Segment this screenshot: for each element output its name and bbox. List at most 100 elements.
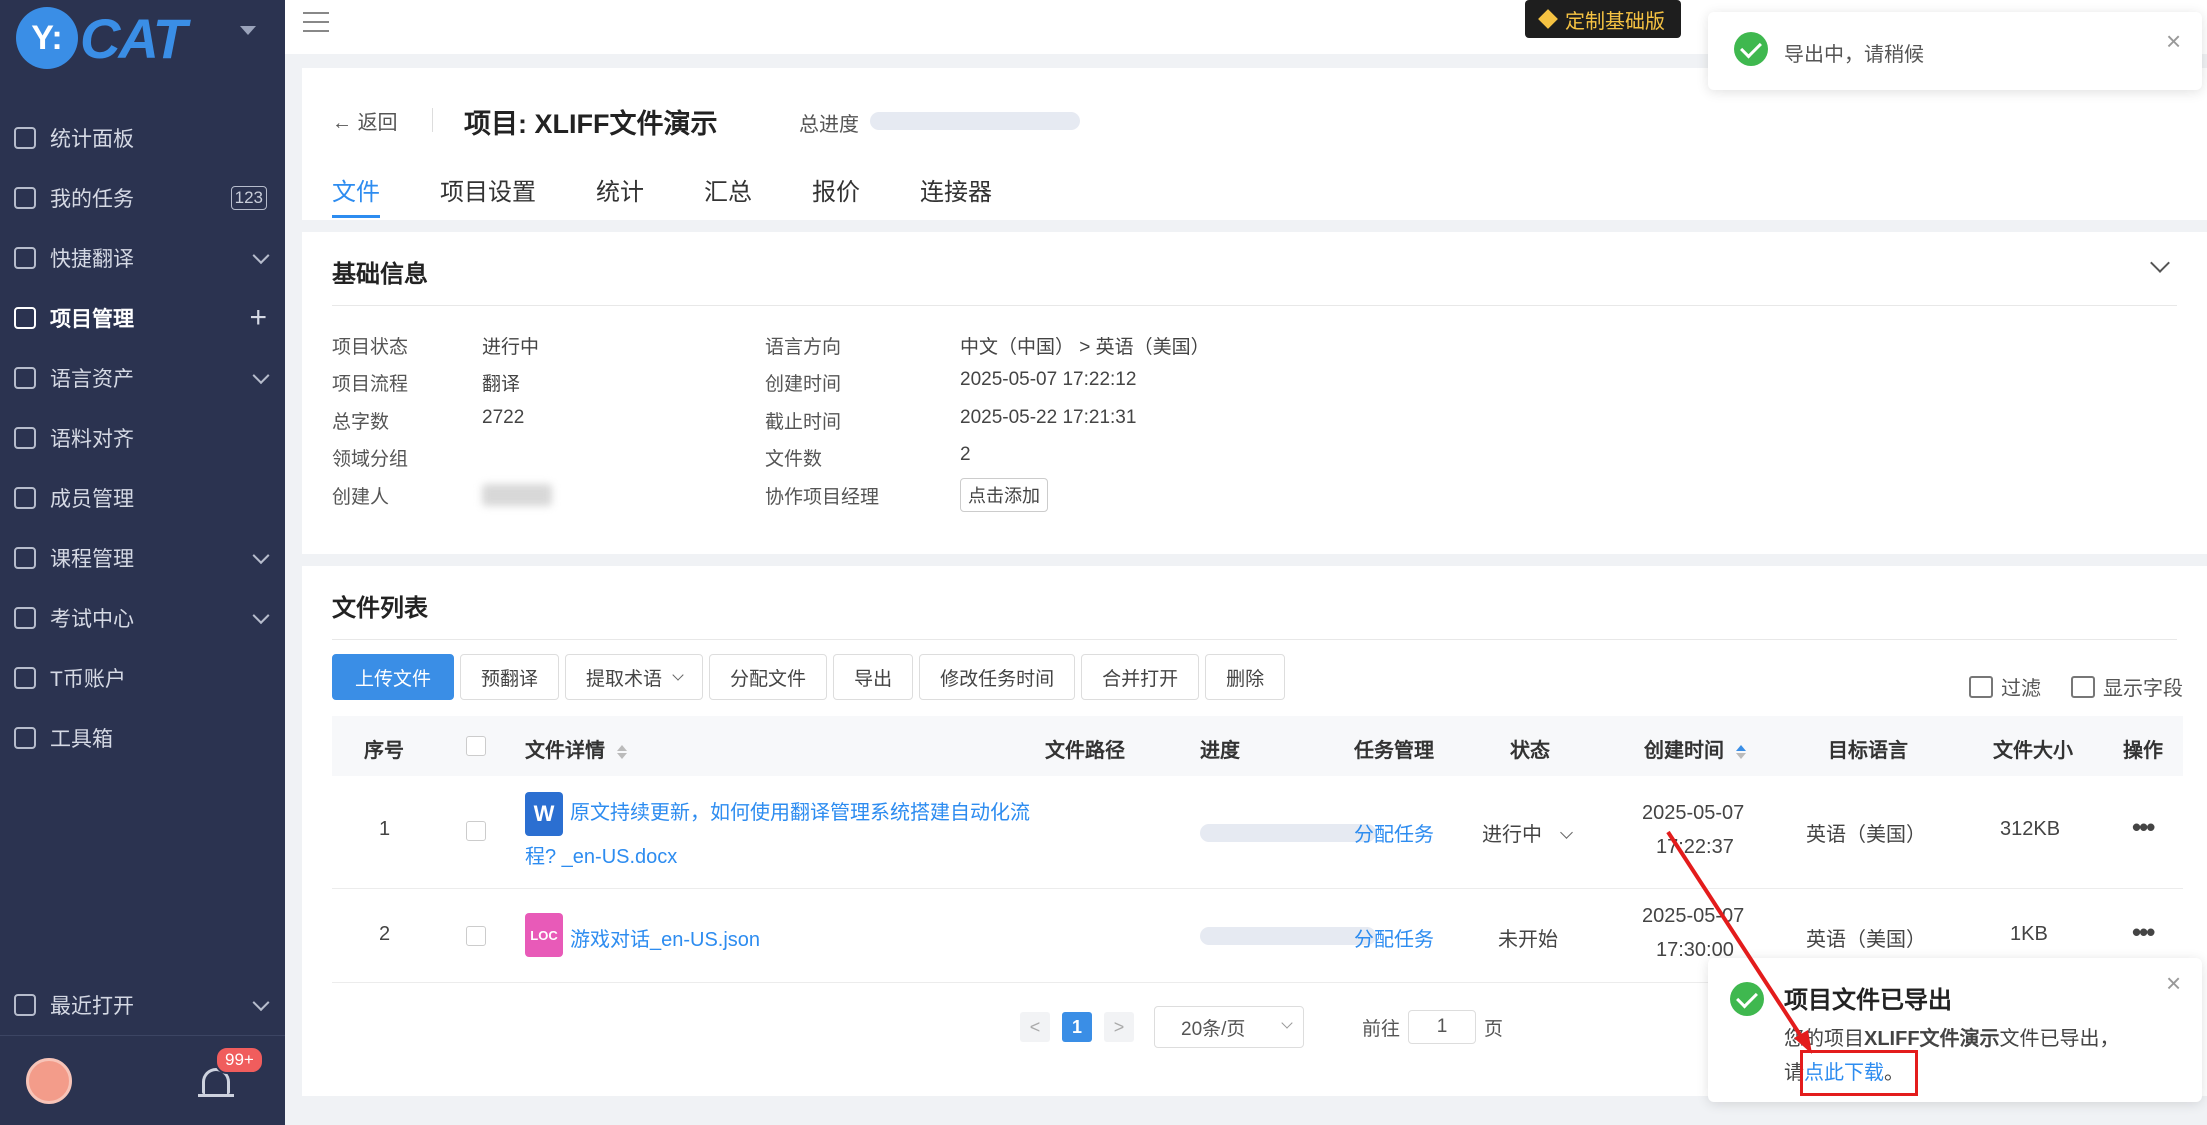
status-dropdown[interactable]: 进行中 xyxy=(1482,818,1573,847)
pretranslate-button[interactable]: 预翻译 xyxy=(460,654,560,700)
toast-text: 您的项目 xyxy=(1784,1028,1864,1050)
history-icon xyxy=(14,994,36,1016)
sidebar-item-corpus-alignment[interactable]: 语料对齐 xyxy=(0,408,285,468)
sidebar-item-label: 语料对齐 xyxy=(50,428,134,451)
close-icon[interactable]: × xyxy=(2166,26,2181,57)
col-created-time[interactable]: 创建时间 xyxy=(1644,734,1746,763)
logo-text: CAT xyxy=(80,6,187,70)
close-icon[interactable]: × xyxy=(2166,968,2181,999)
chevron-down-icon xyxy=(252,547,270,565)
page-1-button[interactable]: 1 xyxy=(1062,1012,1092,1042)
add-project-icon[interactable]: + xyxy=(249,301,267,335)
ycat-logo[interactable]: Y: CAT xyxy=(16,6,187,70)
file-size: 312KB xyxy=(2000,818,2061,840)
display-fields-button[interactable]: 显示字段 xyxy=(2071,672,2183,701)
tab-project-settings[interactable]: 项目设置 xyxy=(440,172,536,216)
sidebar-item-recent[interactable]: 最近打开 xyxy=(0,975,285,1035)
recent-section: 最近打开 xyxy=(0,975,285,1035)
exported-toast: 项目文件已导出 × 您的项目XLIFF文件演示文件已导出， 请点此下载。 xyxy=(1708,958,2202,1102)
col-file-details[interactable]: 文件详情 xyxy=(525,734,627,763)
status-label: 进行中 xyxy=(1482,824,1542,846)
add-manager-button[interactable]: 点击添加 xyxy=(960,478,1048,512)
sidebar-item-project-management[interactable]: 项目管理 + xyxy=(0,288,285,348)
tab-summary[interactable]: 汇总 xyxy=(704,172,752,216)
sidebar-item-members[interactable]: 成员管理 xyxy=(0,468,285,528)
tab-connectors[interactable]: 连接器 xyxy=(920,172,992,216)
merge-open-button[interactable]: 合并打开 xyxy=(1081,654,1200,700)
table-header: 序号 文件详情 文件路径 进度 任务管理 状态 创建时间 目标语言 文件大小 操… xyxy=(332,716,2183,776)
sidebar-item-exam-center[interactable]: 考试中心 xyxy=(0,588,285,648)
avatar[interactable] xyxy=(26,1058,72,1104)
success-icon xyxy=(1730,982,1764,1016)
back-button[interactable]: ← 返回 xyxy=(332,106,398,135)
database-icon xyxy=(14,367,36,389)
page-size-select[interactable]: 20条/页 xyxy=(1154,1006,1304,1048)
sidebar-item-label: 统计面板 xyxy=(50,128,134,151)
prev-page-button[interactable]: < xyxy=(1020,1012,1050,1042)
sidebar-item-toolbox[interactable]: 工具箱 xyxy=(0,708,285,768)
members-icon xyxy=(14,487,36,509)
sort-icon xyxy=(616,744,627,759)
dashboard-icon xyxy=(14,127,36,149)
col-file-details-label: 文件详情 xyxy=(525,740,605,762)
project-tabs: 文件 项目设置 统计 汇总 报价 连接器 xyxy=(332,172,1052,218)
chevron-down-icon xyxy=(252,367,270,385)
upload-file-button[interactable]: 上传文件 xyxy=(332,654,455,700)
created-time: 17:22:37 xyxy=(1656,836,1734,858)
row-checkbox[interactable] xyxy=(466,926,486,946)
select-all-checkbox[interactable] xyxy=(466,736,486,756)
col-actions: 操作 xyxy=(2123,740,2163,762)
col-status: 状态 xyxy=(1510,740,1550,762)
next-page-button[interactable]: > xyxy=(1104,1012,1134,1042)
table-tools: 过滤 显示字段 xyxy=(1939,672,2183,701)
created-date: 2025-05-07 xyxy=(1642,802,1745,824)
extract-terms-button[interactable]: 提取术语 xyxy=(565,654,704,700)
word-file-icon: W xyxy=(525,792,563,836)
assign-files-button[interactable]: 分配文件 xyxy=(709,654,828,700)
file-name-link[interactable]: 游戏对话_en-US.json xyxy=(570,923,760,952)
chevron-down-icon[interactable] xyxy=(2150,253,2170,273)
tab-statistics[interactable]: 统计 xyxy=(596,172,644,216)
toast-text: 文件已导出， xyxy=(1999,1028,2120,1050)
file-name-link[interactable]: 原文持续更新，如何使用翻译管理系统搭建自动化流 xyxy=(570,796,1030,825)
delete-button[interactable]: 删除 xyxy=(1205,654,1286,700)
deadline-value: 2025-05-22 17:21:31 xyxy=(960,407,1137,428)
row-checkbox[interactable] xyxy=(466,821,486,841)
sidebar-item-dashboard[interactable]: 统计面板 xyxy=(0,108,285,168)
plan-badge[interactable]: 定制基础版 xyxy=(1525,0,1681,38)
sidebar-item-language-assets[interactable]: 语言资产 xyxy=(0,348,285,408)
more-actions-icon[interactable]: ••• xyxy=(2132,812,2155,843)
success-icon xyxy=(1734,32,1768,66)
more-actions-icon[interactable]: ••• xyxy=(2132,917,2155,948)
tab-files[interactable]: 文件 xyxy=(332,172,380,218)
filter-button[interactable]: 过滤 xyxy=(1969,672,2041,701)
display-fields-label: 显示字段 xyxy=(2103,678,2183,700)
assign-task-link[interactable]: 分配任务 xyxy=(1354,818,1434,847)
total-progress-bar xyxy=(870,112,1080,130)
sidebar-item-quick-translate[interactable]: 快捷翻译 xyxy=(0,228,285,288)
modify-task-time-button[interactable]: 修改任务时间 xyxy=(919,654,1076,700)
exam-icon xyxy=(14,607,36,629)
info-label: 领域分组 xyxy=(332,449,409,470)
sidebar-item-t-coin-account[interactable]: T币账户 xyxy=(0,648,285,708)
sidebar-item-courses[interactable]: 课程管理 xyxy=(0,528,285,588)
file-name-link-cont[interactable]: 程? _en-US.docx xyxy=(525,840,677,869)
status-label: 未开始 xyxy=(1498,929,1558,951)
menu-toggle-icon[interactable] xyxy=(303,12,329,34)
goto-page-input[interactable]: 1 xyxy=(1408,1010,1477,1044)
sort-icon xyxy=(1735,744,1746,759)
tab-quote[interactable]: 报价 xyxy=(812,172,860,216)
workspace-caret-icon[interactable] xyxy=(240,26,256,35)
col-created-time-label: 创建时间 xyxy=(1644,740,1724,762)
toolbox-icon xyxy=(14,727,36,749)
extract-terms-label: 提取术语 xyxy=(586,668,663,690)
sidebar-item-label: 最近打开 xyxy=(50,995,134,1018)
target-language: 英语（美国） xyxy=(1806,824,1926,846)
sidebar-item-label: 课程管理 xyxy=(50,548,134,571)
project-header: ← 返回 项目: XLIFF文件演示 总进度 文件 项目设置 统计 汇总 报价 … xyxy=(302,68,2207,220)
chevron-down-icon xyxy=(1559,826,1573,839)
info-label: 项目流程 xyxy=(332,374,409,395)
export-button[interactable]: 导出 xyxy=(833,654,914,700)
sidebar-item-my-tasks[interactable]: 我的任务 123 xyxy=(0,168,285,228)
assign-task-link[interactable]: 分配任务 xyxy=(1354,923,1434,952)
